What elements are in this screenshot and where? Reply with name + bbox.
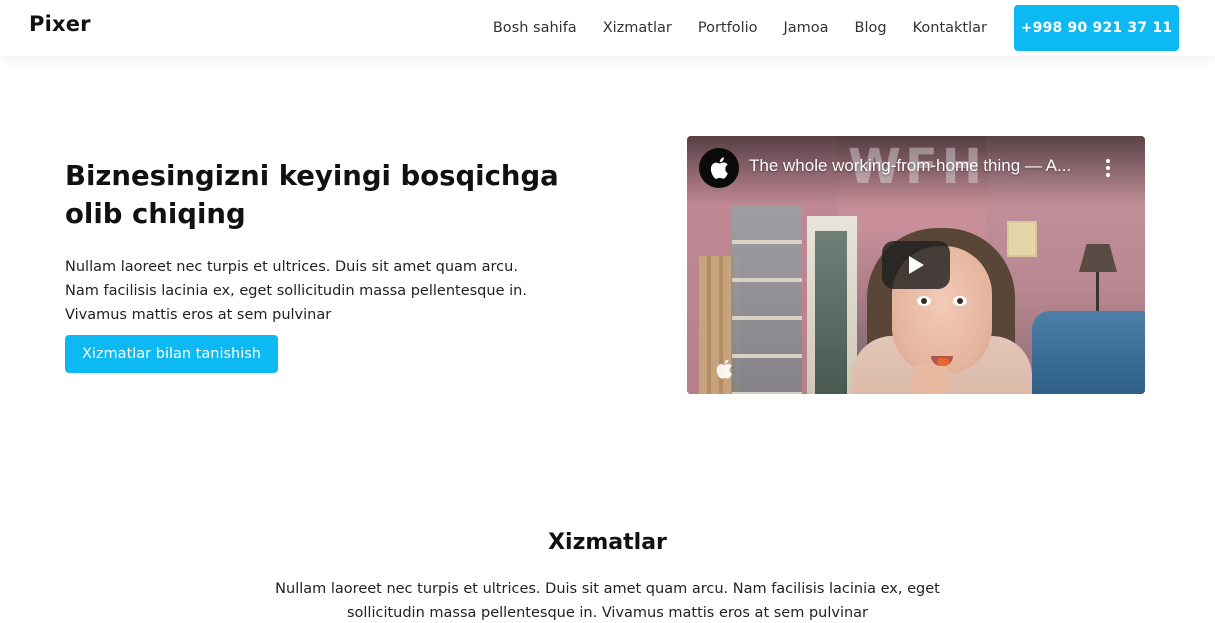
hero-description: Nullam laoreet nec turpis et ultrices. D… bbox=[65, 259, 527, 323]
services-cta-button[interactable]: Xizmatlar bilan tanishish bbox=[65, 335, 278, 373]
hero-title: Biznesingizni keyingi bosqichga olib chi… bbox=[65, 160, 559, 230]
apple-watermark-icon bbox=[715, 358, 735, 380]
phone-button[interactable]: +998 90 921 37 11 bbox=[1014, 5, 1179, 51]
main-nav: Bosh sahifa Xizmatlar Portfolio Jamoa Bl… bbox=[480, 0, 1000, 56]
nav-link-portfolio[interactable]: Portfolio bbox=[685, 20, 771, 36]
video-title[interactable]: The whole working-from-home thing — A... bbox=[749, 156, 1089, 180]
video-player[interactable]: WFH The whole working-from-home thing — … bbox=[687, 136, 1145, 394]
site-header: Pixer Bosh sahifa Xizmatlar Portfolio Ja… bbox=[0, 0, 1215, 56]
site-logo[interactable]: Pixer bbox=[29, 12, 91, 36]
nav-link-contacts[interactable]: Kontaktlar bbox=[900, 20, 1000, 36]
apple-logo-icon[interactable] bbox=[699, 148, 739, 188]
nav-link-home[interactable]: Bosh sahifa bbox=[480, 20, 590, 36]
services-section-title: Xizmatlar bbox=[548, 530, 667, 555]
more-vertical-icon[interactable] bbox=[1099, 154, 1117, 182]
services-section-description: Nullam laoreet nec turpis et ultrices. D… bbox=[275, 581, 940, 621]
nav-link-blog[interactable]: Blog bbox=[842, 20, 900, 36]
nav-link-services[interactable]: Xizmatlar bbox=[590, 20, 685, 36]
play-icon[interactable] bbox=[882, 241, 950, 289]
nav-link-team[interactable]: Jamoa bbox=[771, 20, 842, 36]
